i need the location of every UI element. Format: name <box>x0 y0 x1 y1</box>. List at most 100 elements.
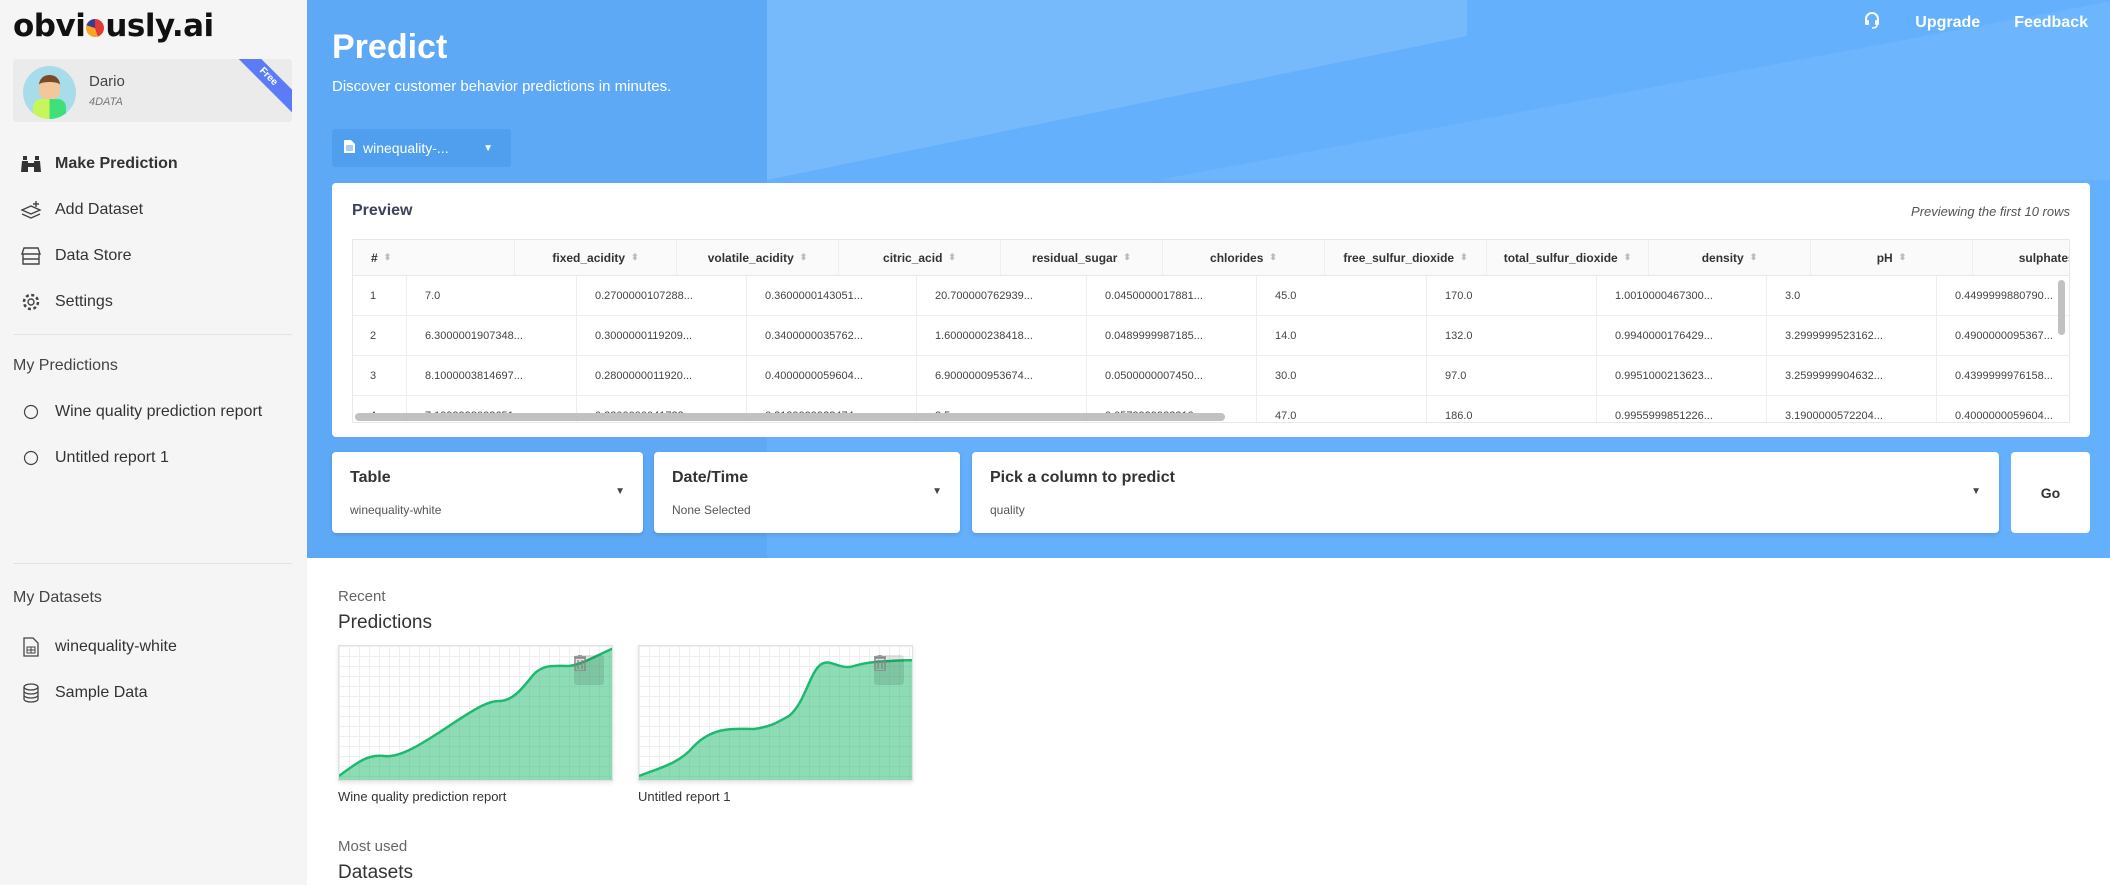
table-cell: 6.3000001907348... <box>407 316 577 355</box>
prediction-thumbnail-chart <box>639 658 912 780</box>
sort-icon[interactable]: ⬍ <box>1899 252 1907 263</box>
table-cell: 132.0 <box>1427 316 1597 355</box>
nav-make-prediction[interactable]: Make Prediction <box>20 153 178 175</box>
column-header[interactable]: fixed_acidity ⬍ <box>515 240 677 275</box>
table-cell: 45.0 <box>1257 276 1427 315</box>
nav-data-store[interactable]: Data Store <box>20 245 131 267</box>
sort-icon[interactable]: ⬍ <box>384 252 392 263</box>
preview-card: Preview Previewing the first 10 rows # ⬍ f… <box>332 183 2090 437</box>
dataset-item[interactable]: winequality-white <box>20 636 177 658</box>
column-header[interactable]: citric_acid ⬍ <box>839 240 1001 275</box>
column-header-label: chlorides <box>1210 250 1264 265</box>
logo-pie-icon <box>86 19 105 37</box>
table-row: 3 8.1000003814697... 0.2800000011920... 0.4… <box>353 356 2069 396</box>
table-cell: 170.0 <box>1427 276 1597 315</box>
prediction-label: Untitled report 1 <box>55 449 169 466</box>
table-select[interactable]: Table winequality-white ▼ <box>332 452 643 533</box>
sort-icon[interactable]: ⬍ <box>631 252 639 263</box>
column-header[interactable]: residual_sugar ⬍ <box>1001 240 1163 275</box>
my-predictions-heading: My Predictions <box>13 357 118 374</box>
prediction-label: Wine quality prediction report <box>55 403 263 420</box>
table-cell: 0.9940000176429... <box>1597 316 1767 355</box>
table-cell: 30.0 <box>1257 356 1427 395</box>
table-cell: 0.4399999976158... <box>1937 356 2069 395</box>
prediction-card[interactable] <box>338 645 613 781</box>
plan-badge: Free <box>226 59 292 119</box>
sort-icon[interactable]: ⬍ <box>1460 252 1468 263</box>
select-value: None Selected <box>672 503 751 517</box>
divider <box>13 334 292 335</box>
sort-icon[interactable]: ⬍ <box>948 252 956 263</box>
dataset-dropdown-label: winequality-... <box>363 140 449 156</box>
table-cell: 0.4000000059604... <box>747 356 917 395</box>
prediction-item[interactable]: Untitled report 1 <box>20 447 169 469</box>
table-cell: 0.2800000011920... <box>577 356 747 395</box>
sort-icon[interactable]: ⬍ <box>1624 252 1632 263</box>
spreadsheet-file-icon <box>20 636 42 658</box>
column-header[interactable]: volatile_acidity ⬍ <box>677 240 839 275</box>
column-header[interactable]: chlorides ⬍ <box>1163 240 1325 275</box>
table-cell: 3 <box>353 356 407 395</box>
nav-add-dataset[interactable]: Add Dataset <box>20 199 143 221</box>
table-cell: 0.4000000059604... <box>1937 396 2069 422</box>
vertical-scrollbar[interactable] <box>2058 280 2065 335</box>
prediction-thumbnail-chart <box>339 647 612 780</box>
prediction-card[interactable] <box>638 645 913 781</box>
select-label: Pick a column to predict <box>990 469 1175 486</box>
card-label: Wine quality prediction report <box>338 789 507 804</box>
table-cell: 2 <box>353 316 407 355</box>
table-cell: 20.700000762939... <box>917 276 1087 315</box>
table-cell: 1.6000000238418... <box>917 316 1087 355</box>
column-header[interactable]: free_sulfur_dioxide ⬍ <box>1325 240 1487 275</box>
sort-icon[interactable]: ⬍ <box>800 252 808 263</box>
nav-label: Data Store <box>55 247 132 264</box>
column-header[interactable]: total_sulfur_dioxide ⬍ <box>1487 240 1649 275</box>
upgrade-link[interactable]: Upgrade <box>1915 14 1980 32</box>
profile-org: 4DATA <box>89 96 123 108</box>
dataset-item[interactable]: Sample Data <box>20 682 148 704</box>
column-header[interactable]: pH ⬍ <box>1811 240 1973 275</box>
horizontal-scrollbar[interactable] <box>355 413 1225 421</box>
column-header-label: fixed_acidity <box>552 250 626 265</box>
logo-text: usly.ai <box>105 8 214 44</box>
column-header-label: # <box>371 250 378 265</box>
table-cell: 0.0500000007450... <box>1087 356 1257 395</box>
binoculars-icon <box>20 153 42 175</box>
sidebar: obvi usly.ai Dario 4DATA Free Make Predic… <box>0 0 307 885</box>
table-cell: 0.9951000213623... <box>1597 356 1767 395</box>
circle-icon <box>20 401 42 423</box>
column-header[interactable]: # ⬍ <box>353 240 515 275</box>
add-layers-icon <box>20 199 42 221</box>
table-cell: 3.1900000572204... <box>1767 396 1937 422</box>
column-header[interactable]: density ⬍ <box>1649 240 1811 275</box>
trash-icon[interactable] <box>574 655 604 685</box>
database-icon <box>20 682 42 704</box>
recent-kicker: Recent <box>338 588 386 605</box>
feedback-link[interactable]: Feedback <box>2014 14 2088 32</box>
table-cell: 186.0 <box>1427 396 1597 422</box>
sort-icon[interactable]: ⬍ <box>1750 252 1758 263</box>
preview-note: Previewing the first 10 rows <box>1911 204 2070 219</box>
table-cell: 97.0 <box>1427 356 1597 395</box>
table-cell: 0.3400000035762... <box>747 316 917 355</box>
divider <box>13 563 292 564</box>
page-subtitle: Discover customer behavior predictions i… <box>332 78 672 95</box>
prediction-item[interactable]: Wine quality prediction report <box>20 401 262 423</box>
trash-icon[interactable] <box>874 655 904 685</box>
profile-card[interactable]: Dario 4DATA Free <box>13 59 292 122</box>
headset-icon[interactable] <box>1863 11 1881 34</box>
profile-name: Dario <box>89 73 125 90</box>
go-button[interactable]: Go <box>2011 452 2090 533</box>
logo[interactable]: obvi usly.ai <box>13 8 214 44</box>
sort-icon[interactable]: ⬍ <box>1269 252 1277 263</box>
predict-column-select[interactable]: Pick a column to predict quality ▼ <box>972 452 1999 533</box>
gear-icon <box>20 291 42 313</box>
datetime-select[interactable]: Date/Time None Selected ▼ <box>654 452 960 533</box>
nav-settings[interactable]: Settings <box>20 291 113 313</box>
dataset-dropdown[interactable]: winequality-... ▼ <box>332 129 511 167</box>
most-used-datasets-heading: Datasets <box>338 862 413 883</box>
sort-icon[interactable]: ⬍ <box>1123 252 1131 263</box>
column-header[interactable]: sulphates⬍ <box>1973 240 2069 275</box>
column-header-label: pH <box>1876 250 1893 265</box>
caret-down-icon: ▼ <box>615 486 625 497</box>
